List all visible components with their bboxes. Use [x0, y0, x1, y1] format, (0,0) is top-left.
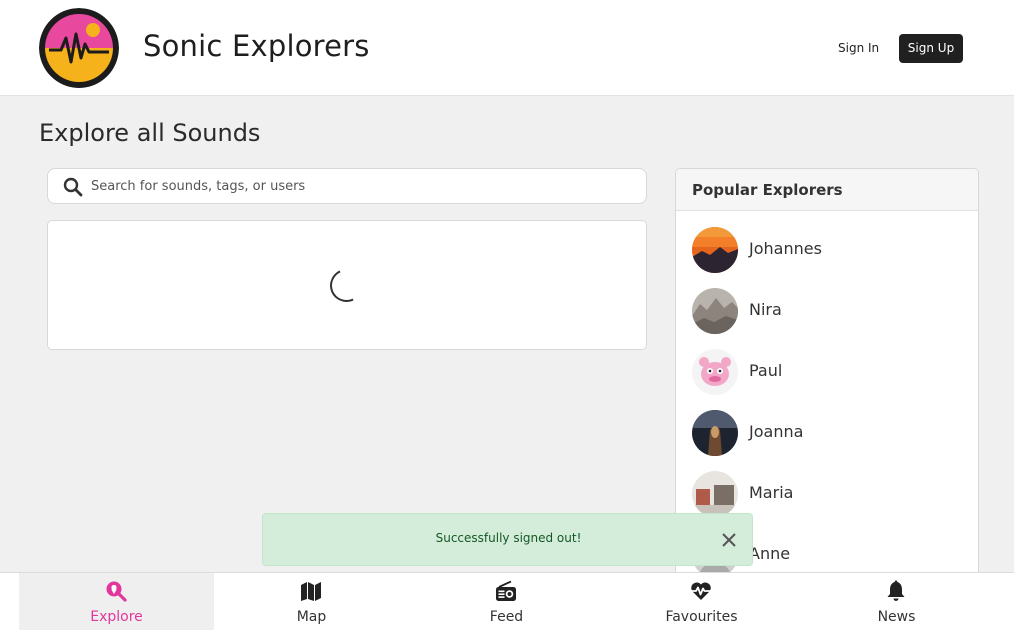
tab-news[interactable]: News [799, 573, 994, 630]
search-icon [63, 177, 83, 197]
tab-feed[interactable]: Feed [409, 573, 604, 630]
tab-label: Explore [90, 609, 143, 625]
explorer-name: Johannes [749, 239, 822, 258]
brand-title: Sonic Explorers [143, 29, 370, 63]
success-toast: Successfully signed out! [262, 513, 753, 566]
explorer-item-joanna[interactable]: Joanna [692, 410, 962, 456]
app-header: Sonic Explorers Sign In Sign Up [0, 0, 1014, 96]
avatar [692, 410, 738, 456]
tab-favourites[interactable]: Favourites [604, 573, 799, 630]
avatar [692, 471, 738, 517]
explorer-item-paul[interactable]: Paul [692, 349, 962, 395]
sign-in-button[interactable]: Sign In [830, 36, 887, 60]
loading-spinner [325, 264, 368, 307]
close-icon[interactable] [721, 532, 737, 548]
bottom-tab-bar: Explore Map Feed Favourites News [0, 572, 1014, 630]
tab-explore[interactable]: Explore [19, 573, 214, 630]
tab-label: Feed [489, 609, 524, 625]
bell-icon [885, 580, 907, 602]
explorer-name: Maria [749, 483, 794, 502]
heartbeat-icon [690, 580, 712, 602]
avatar [692, 288, 738, 334]
explorer-name: Anne [749, 544, 791, 563]
radio-icon [495, 580, 517, 602]
map-icon [300, 580, 322, 602]
sound-results-panel [47, 220, 647, 350]
explorer-item-johannes[interactable]: Johannes [692, 227, 962, 273]
explorer-item-maria[interactable]: Maria [692, 471, 962, 517]
page-title: Explore all Sounds [39, 119, 261, 147]
explorer-name: Nira [749, 300, 782, 319]
explorer-item-nira[interactable]: Nira [692, 288, 962, 334]
search-input[interactable] [91, 175, 631, 197]
search-location-icon [105, 580, 127, 602]
tab-label: News [877, 609, 916, 625]
tab-label: Map [296, 609, 327, 625]
avatar [692, 227, 738, 273]
tab-map[interactable]: Map [214, 573, 409, 630]
toast-message: Successfully signed out! [435, 531, 582, 545]
popular-explorers-title: Popular Explorers [676, 169, 978, 211]
search-bar [47, 168, 647, 204]
explorer-name: Joanna [749, 422, 804, 441]
explorer-name: Paul [749, 361, 783, 380]
avatar [692, 349, 738, 395]
tab-label: Favourites [665, 609, 738, 625]
sign-up-button[interactable]: Sign Up [899, 34, 963, 63]
sound-wave-logo-icon[interactable] [39, 8, 119, 88]
